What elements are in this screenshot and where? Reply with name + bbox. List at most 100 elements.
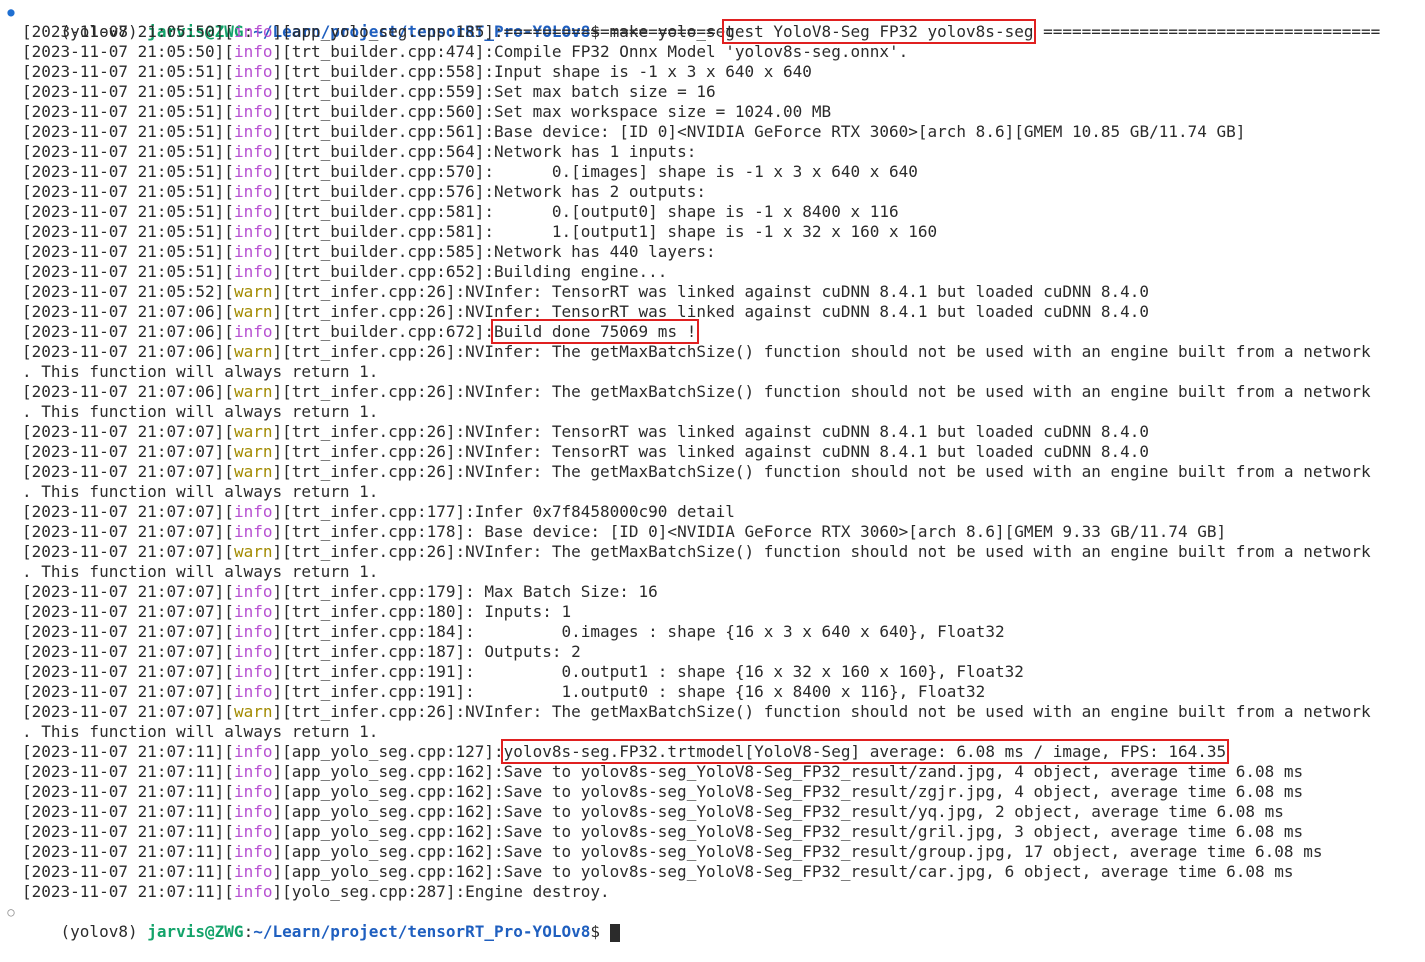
log-source: [trt_builder.cpp:581]: [282, 202, 485, 221]
log-level: warn: [233, 542, 273, 561]
log-source: [trt_infer.cpp:179]: [282, 582, 466, 601]
log-line: [2023-11-07 21:05:51][info][trt_builder.…: [22, 222, 938, 241]
terminal-window[interactable]: ● (yolov8) jarvis@ZWG: ~/Learn/project/ten…: [0, 0, 1425, 942]
prompt-dollar: $: [590, 922, 600, 941]
log-level: warn: [233, 462, 273, 481]
log-level: info: [233, 582, 273, 601]
log-level: info: [233, 862, 273, 881]
log-source: [app_yolo_seg.cpp:162]: [282, 802, 495, 821]
log-timestamp: [2023-11-07 21:05:51]: [22, 82, 225, 101]
log-message: :Engine destroy.: [455, 882, 610, 901]
log-message: :Infer 0x7f8458000c90 detail: [465, 502, 735, 521]
log-message: : 0.images : shape {16 x 3 x 640 x 640},…: [465, 622, 1005, 641]
log-level: info: [233, 782, 273, 801]
log-timestamp: [2023-11-07 21:07:11]: [22, 782, 225, 801]
log-source: [app_yolo_seg.cpp:162]: [282, 822, 495, 841]
log-line: [2023-11-07 21:07:07][info][trt_infer.cp…: [22, 622, 1005, 641]
log-level: info: [233, 262, 273, 281]
log-timestamp: [2023-11-07 21:07:07]: [22, 682, 225, 701]
log-line-wrap: . This function will always return 1.: [0, 482, 1425, 502]
log-line: [2023-11-07 21:07:11][info][app_yolo_seg…: [22, 762, 1304, 781]
log-line: [2023-11-07 21:05:51][info][trt_builder.…: [22, 102, 832, 121]
log-source: [trt_builder.cpp:570]: [282, 162, 485, 181]
log-message: :Network has 440 layers:: [484, 242, 716, 261]
log-timestamp: [2023-11-07 21:07:11]: [22, 882, 225, 901]
log-message: : 1.[output1] shape is -1 x 32 x 160 x 1…: [484, 222, 938, 241]
log-line: [2023-11-07 21:07:07][info][trt_infer.cp…: [22, 682, 986, 701]
log-source: [trt_infer.cpp:26]: [282, 382, 456, 401]
log-line: [2023-11-07 21:07:07][info][trt_infer.cp…: [22, 502, 735, 521]
log-timestamp: [2023-11-07 21:07:07]: [22, 602, 225, 621]
log-timestamp: [2023-11-07 21:07:07]: [22, 662, 225, 681]
log-message: :Network has 1 inputs:: [484, 142, 697, 161]
log-message: : 0.output1 : shape {16 x 32 x 160 x 160…: [465, 662, 1024, 681]
log-source: [trt_infer.cpp:26]: [282, 282, 456, 301]
log-source: [app_yolo_seg.cpp:162]: [282, 762, 495, 781]
log-message: : 0.[output0] shape is -1 x 8400 x 116: [484, 202, 899, 221]
log-line: [2023-11-07 21:07:07][warn][trt_infer.cp…: [22, 542, 1371, 561]
log-line: [2023-11-07 21:05:51][info][trt_builder.…: [22, 242, 716, 261]
log-timestamp: [2023-11-07 21:05:51]: [22, 142, 225, 161]
log-line: [2023-11-07 21:05:51][info][trt_builder.…: [22, 62, 812, 81]
log-message: :Save to yolov8s-seg_YoloV8-Seg_FP32_res…: [494, 782, 1304, 801]
log-message: :NVInfer: The getMaxBatchSize() function…: [455, 702, 1371, 721]
log-message: :Building engine...: [484, 262, 668, 281]
log-message: :NVInfer: TensorRT was linked against cu…: [455, 422, 1150, 441]
log-line-wrap: . This function will always return 1.: [0, 722, 1425, 742]
log-timestamp: [2023-11-07 21:05:52]: [22, 282, 225, 301]
log-source: [trt_builder.cpp:581]: [282, 222, 485, 241]
log-level: warn: [233, 302, 273, 321]
log-level: info: [233, 122, 273, 141]
log-timestamp: [2023-11-07 21:07:07]: [22, 542, 225, 561]
log-level: warn: [233, 702, 273, 721]
log-level: warn: [233, 282, 273, 301]
log-timestamp: [2023-11-07 21:07:07]: [22, 462, 225, 481]
log-source: [trt_infer.cpp:26]: [282, 302, 456, 321]
log-level: info: [233, 622, 273, 641]
log-timestamp: [2023-11-07 21:05:51]: [22, 102, 225, 121]
log-level: info: [233, 102, 273, 121]
log-message: :Set max batch size = 16: [484, 82, 716, 101]
log-level: warn: [233, 382, 273, 401]
prompt-idle-icon: ○: [7, 905, 15, 919]
log-message: :======================: [494, 22, 726, 41]
log-message: : 0.[images] shape is -1 x 3 x 640 x 640: [484, 162, 918, 181]
log-level: info: [233, 142, 273, 161]
log-timestamp: [2023-11-07 21:07:11]: [22, 822, 225, 841]
log-source: [trt_infer.cpp:191]: [282, 682, 466, 701]
log-line: [2023-11-07 21:05:50][info][app_yolo_seg…: [22, 19, 1381, 44]
command-status-icon: ●: [7, 5, 15, 19]
log-source: [trt_infer.cpp:26]: [282, 702, 456, 721]
log-message: : Outputs: 2: [465, 642, 581, 661]
log-source: [trt_builder.cpp:561]: [282, 122, 485, 141]
active-prompt-line[interactable]: ○ (yolov8) jarvis@ZWG:~/Learn/project/ten…: [0, 902, 1425, 942]
log-message: :NVInfer: TensorRT was linked against cu…: [455, 302, 1150, 321]
log-timestamp: [2023-11-07 21:07:07]: [22, 522, 225, 541]
log-line-wrap: . This function will always return 1.: [0, 362, 1425, 382]
log-level: info: [233, 842, 273, 861]
log-message: :Save to yolov8s-seg_YoloV8-Seg_FP32_res…: [494, 822, 1304, 841]
log-source: [trt_builder.cpp:672]: [282, 322, 485, 341]
log-level: info: [233, 82, 273, 101]
log-level: info: [233, 822, 273, 841]
log-level: info: [233, 682, 273, 701]
log-message: : Base device: [ID 0]<NVIDIA GeForce RTX…: [465, 522, 1227, 541]
log-timestamp: [2023-11-07 21:07:06]: [22, 342, 225, 361]
log-source: [trt_infer.cpp:187]: [282, 642, 466, 661]
log-source: [trt_infer.cpp:184]: [282, 622, 466, 641]
text-cursor[interactable]: [609, 923, 620, 942]
log-source: [trt_builder.cpp:585]: [282, 242, 485, 261]
log-line: [2023-11-07 21:07:06][warn][trt_infer.cp…: [22, 342, 1371, 361]
log-line: [2023-11-07 21:07:11][info][app_yolo_seg…: [22, 739, 1230, 764]
log-timestamp: [2023-11-07 21:05:51]: [22, 242, 225, 261]
log-line-wrap: . This function will always return 1.: [0, 402, 1425, 422]
log-line: [2023-11-07 21:07:07][info][trt_infer.cp…: [22, 602, 572, 621]
log-timestamp: [2023-11-07 21:05:51]: [22, 122, 225, 141]
log-message: : Max Batch Size: 16: [465, 582, 658, 601]
log-message: :Save to yolov8s-seg_YoloV8-Seg_FP32_res…: [494, 802, 1284, 821]
log-message: :Save to yolov8s-seg_YoloV8-Seg_FP32_res…: [494, 842, 1323, 861]
log-timestamp: [2023-11-07 21:07:07]: [22, 702, 225, 721]
log-line: [2023-11-07 21:07:07][info][trt_infer.cp…: [22, 522, 1227, 541]
log-source: [app_yolo_seg.cpp:162]: [282, 862, 495, 881]
log-source: [yolo_seg.cpp:287]: [282, 882, 456, 901]
